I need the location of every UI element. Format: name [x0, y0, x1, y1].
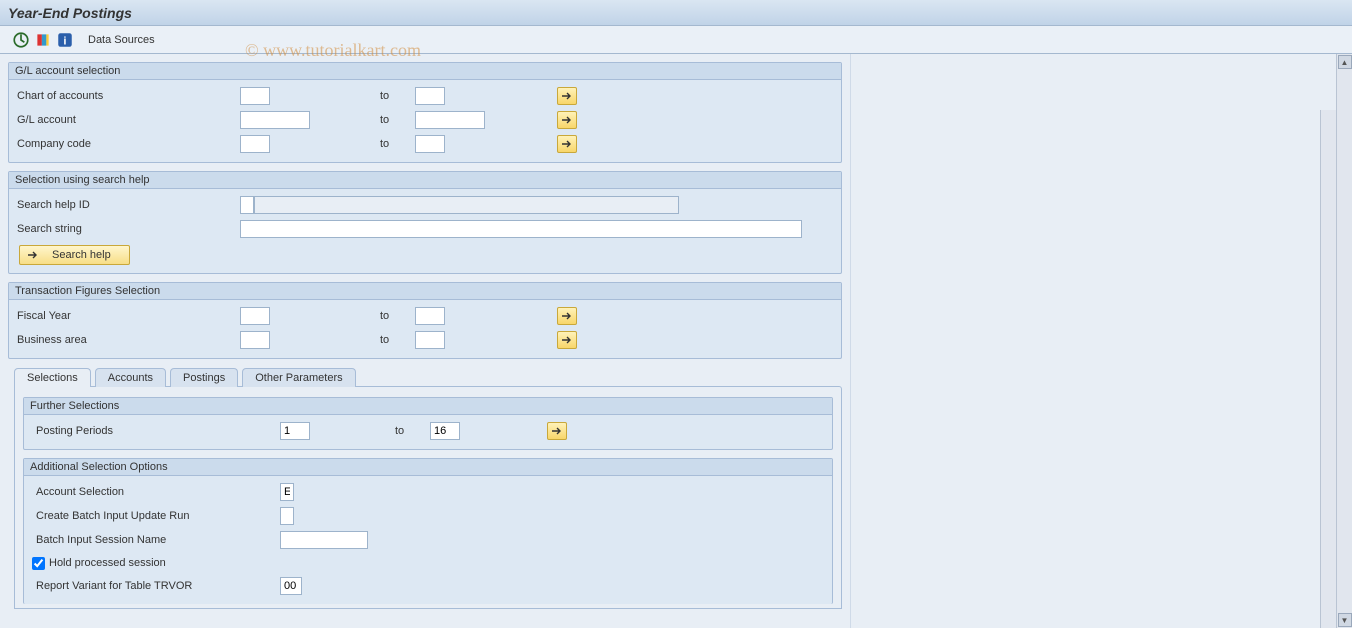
additional-selection-group: Additional Selection Options Account Sel…: [23, 458, 833, 604]
data-sources-label[interactable]: Data Sources: [88, 34, 155, 46]
create-batch-input[interactable]: [280, 507, 294, 525]
tab-postings[interactable]: Postings: [170, 368, 238, 387]
tab-accounts[interactable]: Accounts: [95, 368, 166, 387]
to-label: to: [380, 114, 415, 126]
company-code-to-input[interactable]: [415, 135, 445, 153]
scroll-down-icon[interactable]: ▼: [1338, 613, 1352, 627]
posting-periods-label: Posting Periods: [30, 425, 280, 437]
fiscal-year-to-input[interactable]: [415, 307, 445, 325]
chart-of-accounts-from-input[interactable]: [240, 87, 270, 105]
execute-icon[interactable]: [12, 31, 30, 49]
company-code-label: Company code: [15, 138, 240, 150]
posting-periods-to-input[interactable]: [430, 422, 460, 440]
batch-session-label: Batch Input Session Name: [30, 534, 280, 546]
tab-panel-selections: Further Selections Posting Periods to Ad…: [14, 386, 842, 609]
main-area: G/L account selection Chart of accounts …: [0, 54, 850, 628]
gl-account-to-input[interactable]: [415, 111, 485, 129]
tab-strip: Selections Accounts Postings Other Param…: [14, 367, 842, 386]
company-code-from-input[interactable]: [240, 135, 270, 153]
transaction-figures-group: Transaction Figures Selection Fiscal Yea…: [8, 282, 842, 359]
account-selection-input[interactable]: [280, 483, 294, 501]
title-bar: Year-End Postings: [0, 0, 1352, 26]
report-variant-input[interactable]: [280, 577, 302, 595]
group-title: Additional Selection Options: [24, 459, 832, 476]
report-variant-label: Report Variant for Table TRVOR: [30, 580, 280, 592]
business-area-label: Business area: [15, 334, 240, 346]
multiple-selection-button[interactable]: [547, 422, 567, 440]
group-title: G/L account selection: [9, 63, 841, 80]
chart-of-accounts-to-input[interactable]: [415, 87, 445, 105]
search-help-group: Selection using search help Search help …: [8, 171, 842, 274]
arrow-right-icon: [26, 248, 40, 262]
multiple-selection-button[interactable]: [557, 135, 577, 153]
variant-icon[interactable]: [34, 31, 52, 49]
search-string-input[interactable]: [240, 220, 802, 238]
to-label: to: [380, 138, 415, 150]
to-label: to: [380, 310, 415, 322]
multiple-selection-button[interactable]: [557, 331, 577, 349]
hold-processed-label: Hold processed session: [49, 557, 166, 569]
to-label: to: [395, 425, 430, 437]
search-help-id-label: Search help ID: [15, 199, 240, 211]
to-label: to: [380, 90, 415, 102]
search-help-button-label: Search help: [52, 249, 111, 261]
group-title: Further Selections: [24, 398, 832, 415]
create-batch-label: Create Batch Input Update Run: [30, 510, 280, 522]
group-title: Selection using search help: [9, 172, 841, 189]
batch-session-input[interactable]: [280, 531, 368, 549]
tab-selections[interactable]: Selections: [14, 368, 91, 387]
search-string-label: Search string: [15, 223, 240, 235]
vertical-scrollbar[interactable]: ▲ ▼: [1336, 54, 1352, 628]
account-selection-label: Account Selection: [30, 486, 280, 498]
fiscal-year-from-input[interactable]: [240, 307, 270, 325]
right-blank-pane: [850, 54, 1352, 628]
scroll-up-icon[interactable]: ▲: [1338, 55, 1352, 69]
tab-other-parameters[interactable]: Other Parameters: [242, 368, 355, 387]
to-label: to: [380, 334, 415, 346]
business-area-to-input[interactable]: [415, 331, 445, 349]
search-help-id-input[interactable]: [254, 196, 679, 214]
svg-text:i: i: [63, 35, 66, 47]
gl-account-from-input[interactable]: [240, 111, 310, 129]
search-help-id-short-input[interactable]: [240, 196, 254, 214]
posting-periods-from-input[interactable]: [280, 422, 310, 440]
group-title: Transaction Figures Selection: [9, 283, 841, 300]
gl-account-label: G/L account: [15, 114, 240, 126]
further-selections-group: Further Selections Posting Periods to: [23, 397, 833, 450]
search-help-button[interactable]: Search help: [19, 245, 130, 265]
multiple-selection-button[interactable]: [557, 307, 577, 325]
information-icon[interactable]: i: [56, 31, 74, 49]
toolbar: i Data Sources: [0, 26, 1352, 54]
business-area-from-input[interactable]: [240, 331, 270, 349]
gl-account-selection-group: G/L account selection Chart of accounts …: [8, 62, 842, 163]
page-title: Year-End Postings: [8, 5, 132, 21]
multiple-selection-button[interactable]: [557, 87, 577, 105]
multiple-selection-button[interactable]: [557, 111, 577, 129]
fiscal-year-label: Fiscal Year: [15, 310, 240, 322]
hold-processed-checkbox[interactable]: [32, 557, 45, 570]
inner-vertical-scrollbar[interactable]: [1320, 110, 1336, 628]
chart-of-accounts-label: Chart of accounts: [15, 90, 240, 102]
